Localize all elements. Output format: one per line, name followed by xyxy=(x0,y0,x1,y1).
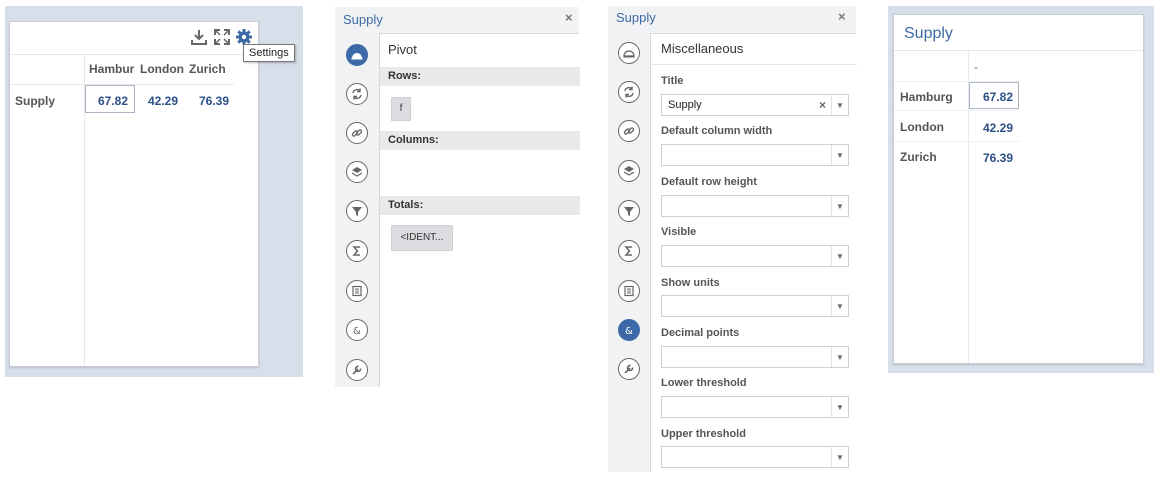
chevron-down-icon[interactable]: ▼ xyxy=(831,196,848,216)
cell-value-hamburg[interactable]: 67.82 xyxy=(98,94,128,108)
chevron-down-icon[interactable]: ▼ xyxy=(831,95,848,115)
chevron-down-icon[interactable]: ▼ xyxy=(831,447,848,467)
pivot-settings-panel: Supply × & Pivot Rows: f Columns: Totals… xyxy=(335,7,580,387)
svg-text:&: & xyxy=(353,326,361,337)
cell-value-london[interactable]: 42.29 xyxy=(983,121,1013,135)
fullscreen-icon[interactable] xyxy=(213,28,231,46)
row-divider xyxy=(894,141,1019,142)
ampersand-icon[interactable]: & xyxy=(346,319,368,341)
default-row-height-select[interactable]: ▼ xyxy=(661,195,849,217)
section-heading: Miscellaneous xyxy=(661,41,744,56)
rows-section-label: Rows: xyxy=(380,67,580,86)
widget-title: Supply xyxy=(904,25,953,42)
table-widget: Hamburg London Zurich Supply 67.82 42.29… xyxy=(9,21,259,367)
clear-icon[interactable]: × xyxy=(819,98,826,112)
cell-value-london[interactable]: 42.29 xyxy=(148,94,178,108)
row-header-hamburg: Hamburg xyxy=(900,90,953,104)
row-header-london: London xyxy=(900,120,944,134)
lower-threshold-select[interactable]: ▼ xyxy=(661,396,849,418)
close-button[interactable]: × xyxy=(838,9,846,24)
default-column-width-label: Default column width xyxy=(661,125,773,137)
refresh-icon[interactable] xyxy=(618,81,640,103)
row-header-supply: Supply xyxy=(15,94,56,108)
panel-title: Supply xyxy=(343,12,383,27)
panel-title: Supply xyxy=(616,10,656,25)
column-header-hamburg: Hamburg xyxy=(89,62,135,76)
cell-value-hamburg[interactable]: 67.82 xyxy=(983,90,1013,104)
columns-section-label: Columns: xyxy=(380,131,580,150)
chevron-down-icon[interactable]: ▼ xyxy=(831,347,848,367)
upper-threshold-select[interactable]: ▼ xyxy=(661,446,849,468)
heading-divider xyxy=(651,64,857,65)
column-header: - xyxy=(974,60,978,74)
totals-section-label: Totals: xyxy=(380,196,580,215)
title-label: Title xyxy=(661,75,684,87)
cell-value-zurich[interactable]: 76.39 xyxy=(199,94,229,108)
layers-icon[interactable] xyxy=(618,160,640,182)
default-row-height-label: Default row height xyxy=(661,176,757,188)
default-column-width-select[interactable]: ▼ xyxy=(661,144,849,166)
filter-icon[interactable] xyxy=(618,200,640,222)
upper-threshold-label: Upper threshold xyxy=(661,428,746,440)
section-heading: Pivot xyxy=(388,42,417,57)
pivot-icon[interactable] xyxy=(346,44,368,66)
pivot-icon[interactable] xyxy=(618,42,640,64)
show-units-label: Show units xyxy=(661,277,720,289)
column-header-zurich: Zurich xyxy=(189,62,226,76)
layers-icon[interactable] xyxy=(346,161,368,183)
chevron-down-icon[interactable]: ▼ xyxy=(831,246,848,266)
chevron-down-icon[interactable]: ▼ xyxy=(831,145,848,165)
ampersand-icon[interactable]: & xyxy=(618,319,640,341)
lower-threshold-label: Lower threshold xyxy=(661,377,747,389)
sigma-icon[interactable] xyxy=(346,240,368,262)
link-icon[interactable] xyxy=(346,122,368,144)
title-divider xyxy=(894,50,1143,51)
title-value: Supply xyxy=(668,99,702,111)
download-icon[interactable] xyxy=(190,28,208,46)
chevron-down-icon[interactable]: ▼ xyxy=(831,296,848,316)
column-header-london: London xyxy=(140,62,184,76)
link-icon[interactable] xyxy=(618,120,640,142)
svg-text:&: & xyxy=(625,326,633,337)
wrench-icon[interactable] xyxy=(618,358,640,380)
decimal-points-select[interactable]: ▼ xyxy=(661,346,849,368)
miscellaneous-content: Miscellaneous Title Supply × ▼ Default c… xyxy=(650,33,857,472)
sigma-icon[interactable] xyxy=(618,240,640,262)
refresh-icon[interactable] xyxy=(346,83,368,105)
visible-select[interactable]: ▼ xyxy=(661,245,849,267)
totals-field-chip[interactable]: <IDENT... xyxy=(391,225,453,251)
settings-tooltip: Settings xyxy=(243,44,295,62)
title-select[interactable]: Supply × ▼ xyxy=(661,94,849,116)
pivot-content: Pivot Rows: f Columns: Totals: <IDENT... xyxy=(379,33,580,387)
filter-icon[interactable] xyxy=(346,200,368,222)
decimal-points-label: Decimal points xyxy=(661,327,740,339)
show-units-select[interactable]: ▼ xyxy=(661,295,849,317)
list-icon[interactable] xyxy=(618,280,640,302)
rows-field-chip[interactable]: f xyxy=(391,97,411,121)
wrench-icon[interactable] xyxy=(346,359,368,381)
widget-toolbar xyxy=(10,22,258,55)
row-header-zurich: Zurich xyxy=(900,150,937,164)
transposed-table-widget: Supply - Hamburg 67.82 London 42.29 Zuri… xyxy=(893,14,1144,364)
miscellaneous-settings-panel: Supply × & Miscellaneous Title Supply × … xyxy=(608,6,857,472)
chevron-down-icon[interactable]: ▼ xyxy=(831,397,848,417)
row-divider xyxy=(894,110,1019,111)
list-icon[interactable] xyxy=(346,280,368,302)
close-button[interactable]: × xyxy=(565,10,573,25)
cell-value-zurich[interactable]: 76.39 xyxy=(983,151,1013,165)
visible-label: Visible xyxy=(661,226,697,238)
